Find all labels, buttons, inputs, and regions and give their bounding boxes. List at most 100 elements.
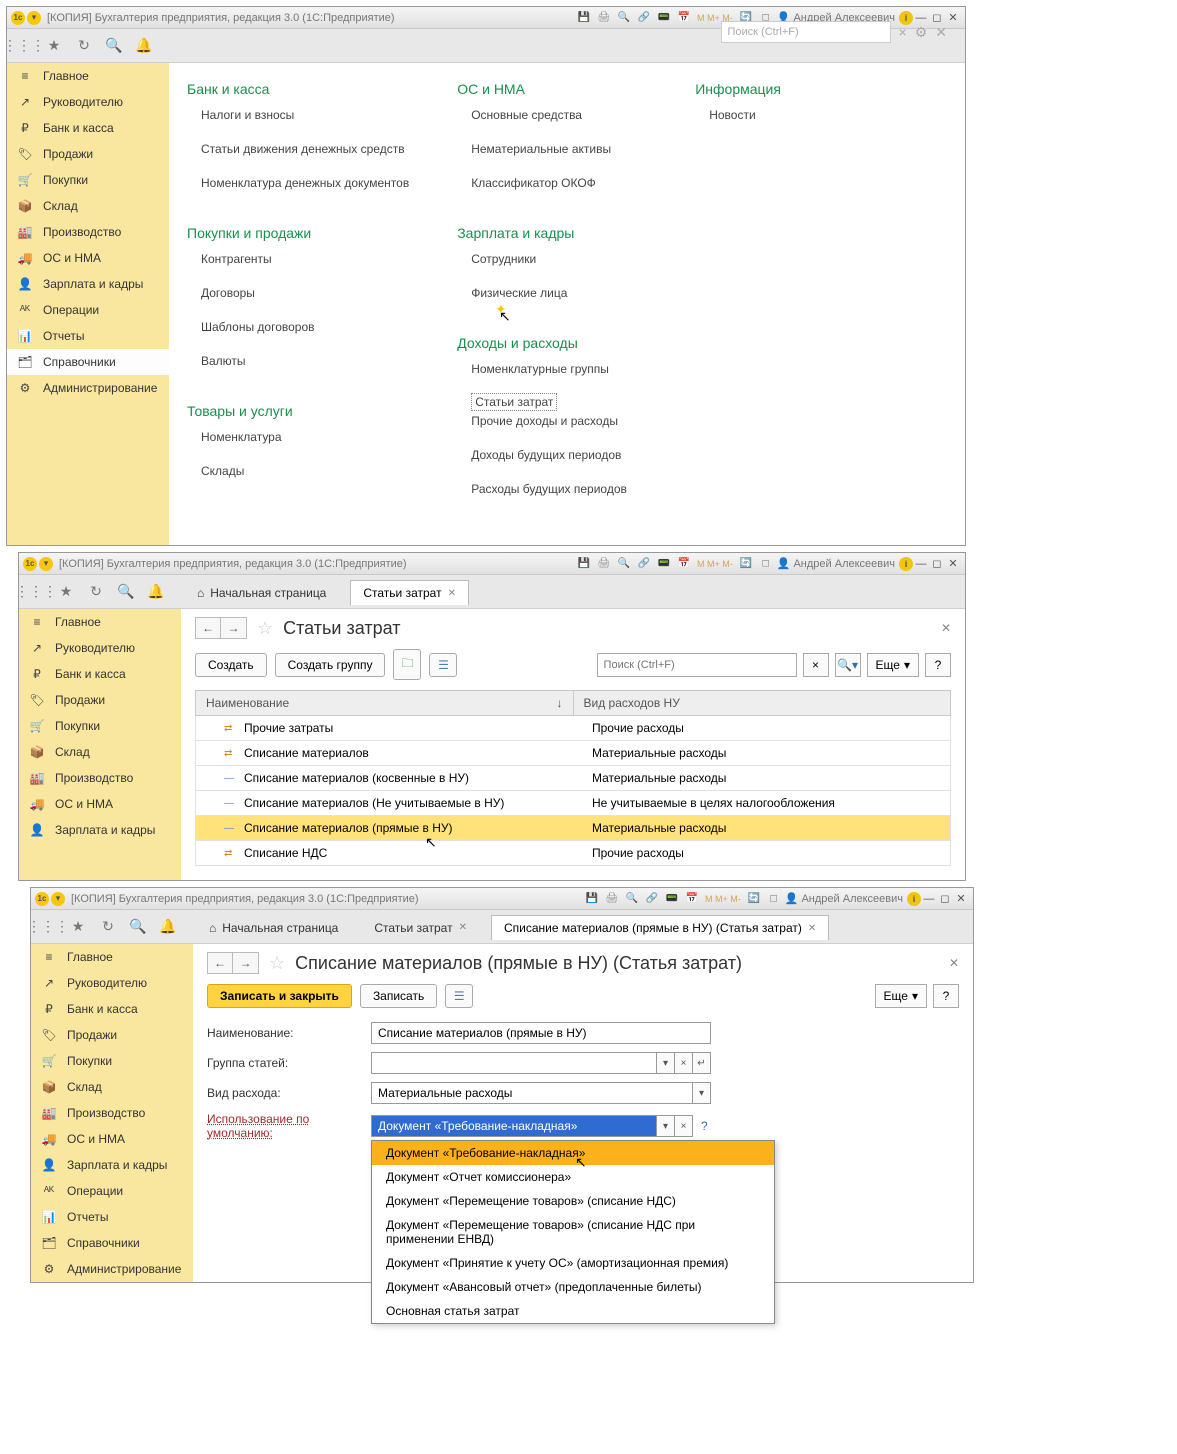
sidebar-item[interactable]: 👤Зарплата и кадры <box>7 271 169 297</box>
nav-link[interactable]: Физические лица <box>471 283 647 303</box>
tab-active[interactable]: Статьи затрат✕ <box>350 580 469 605</box>
table-row[interactable]: ⇄Прочие затратыПрочие расходы <box>195 716 951 741</box>
nav-link[interactable]: Новости <box>709 105 885 125</box>
clear-field-icon[interactable]: × <box>675 1052 693 1074</box>
fwd-button[interactable]: → <box>221 617 247 639</box>
sidebar-item[interactable]: 🗂Справочники <box>31 1230 193 1256</box>
window-icon[interactable]: ◻ <box>767 892 781 906</box>
sidebar-item[interactable]: ↗Руководителю <box>7 89 169 115</box>
col-kind[interactable]: Вид расходов НУ <box>584 696 680 710</box>
content-close-icon[interactable]: ✕ <box>941 621 951 635</box>
sidebar-item[interactable]: ≡Главное <box>19 609 181 635</box>
sidebar-item[interactable]: 📊Отчеты <box>7 323 169 349</box>
print-icon[interactable]: 🖨 <box>597 557 611 571</box>
sidebar-item[interactable]: 🚚ОС и НМА <box>7 245 169 271</box>
nav-link[interactable]: Доходы будущих периодов <box>471 445 647 465</box>
preview-icon[interactable]: 🔍 <box>617 11 631 25</box>
input-name[interactable] <box>371 1022 711 1044</box>
preview-icon[interactable]: 🔍 <box>617 557 631 571</box>
help-button[interactable]: ? <box>925 653 951 677</box>
content-close-icon[interactable]: ✕ <box>949 956 959 970</box>
input-group[interactable] <box>371 1052 657 1074</box>
help-button[interactable]: ? <box>933 984 959 1008</box>
close-icon[interactable]: ✕ <box>945 557 961 571</box>
section-header[interactable]: Банк и касса <box>187 81 409 97</box>
sidebar-item[interactable]: ⚙Администрирование <box>31 1256 193 1282</box>
nav-link[interactable]: Статьи движения денежных средств <box>201 139 409 159</box>
sidebar-item[interactable]: 📦Склад <box>19 739 181 765</box>
sidebar-item[interactable]: 🏭Производство <box>7 219 169 245</box>
dropdown-option[interactable]: Основная статья затрат <box>372 1299 774 1323</box>
star-icon[interactable]: ☆ <box>269 953 285 974</box>
favorite-icon[interactable]: ★ <box>69 918 87 936</box>
info-icon[interactable]: i <box>899 557 913 571</box>
nav-link[interactable]: Статьи затрат <box>471 393 557 411</box>
nav-link[interactable]: Прочие доходы и расходы <box>471 411 647 431</box>
refresh-icon[interactable]: 🔄 <box>747 892 761 906</box>
list-button[interactable]: ☰ <box>429 653 457 677</box>
back-button[interactable]: ← <box>207 952 233 974</box>
back-button[interactable]: ← <box>195 617 221 639</box>
table-row[interactable]: —Списание материалов (косвенные в НУ)Мат… <box>195 766 951 791</box>
user-label[interactable]: 👤 Андрей Алексеевич <box>781 892 907 905</box>
sidebar-item[interactable]: 🏷Продажи <box>31 1022 193 1048</box>
nav-link[interactable]: Классификатор ОКОФ <box>471 173 647 193</box>
sidebar-item[interactable]: ₽Банк и касса <box>19 661 181 687</box>
chevron-down-icon[interactable]: ▾ <box>657 1052 675 1074</box>
create-button[interactable]: Создать <box>195 653 267 677</box>
nav-link[interactable]: Номенклатура денежных документов <box>201 173 409 193</box>
sidebar-item[interactable]: ₽Банк и касса <box>7 115 169 141</box>
tab-home[interactable]: ⌂Начальная страница <box>185 581 338 605</box>
link-icon[interactable]: 🔗 <box>645 892 659 906</box>
sidebar-item[interactable]: 🚚ОС и НМА <box>19 791 181 817</box>
sidebar-item[interactable]: 📊Отчеты <box>31 1204 193 1230</box>
sidebar-item[interactable]: 🚚ОС и НМА <box>31 1126 193 1152</box>
nav-link[interactable]: Номенклатура <box>201 427 409 447</box>
dropdown-option[interactable]: Документ «Авансовый отчет» (предоплаченн… <box>372 1275 774 1299</box>
save-icon[interactable]: 💾 <box>577 557 591 571</box>
list-button[interactable]: ☰ <box>445 984 473 1008</box>
nav-link[interactable]: Склады <box>201 461 409 481</box>
dropdown-option[interactable]: Документ «Требование-накладная» <box>372 1141 774 1165</box>
dropdown-icon[interactable]: ▾ <box>39 557 53 571</box>
more-button[interactable]: Еще ▾ <box>867 653 919 677</box>
nav-link[interactable]: Шаблоны договоров <box>201 317 409 337</box>
chevron-down-icon[interactable]: ▾ <box>693 1082 711 1104</box>
sidebar-item[interactable]: 🗂Справочники <box>7 349 169 375</box>
apps-icon[interactable]: ⋮⋮⋮ <box>39 918 57 936</box>
nav-link[interactable]: Основные средства <box>471 105 647 125</box>
refresh-icon[interactable]: 🔄 <box>739 557 753 571</box>
sidebar-item[interactable]: ᴬᴷОперации <box>7 297 169 323</box>
tab-home[interactable]: ⌂Начальная страница <box>197 916 350 940</box>
tab-list[interactable]: Статьи затрат✕ <box>362 916 479 940</box>
sidebar-item[interactable]: 🏭Производство <box>19 765 181 791</box>
search-toolbar-icon[interactable]: 🔍 <box>129 918 147 936</box>
chevron-down-icon[interactable]: ▾ <box>657 1115 675 1137</box>
apps-icon[interactable]: ⋮⋮⋮ <box>15 37 33 55</box>
create-group-button[interactable]: Создать группу <box>275 653 386 677</box>
maximize-icon[interactable]: ◻ <box>937 892 953 906</box>
save-icon[interactable]: 💾 <box>585 892 599 906</box>
history-icon[interactable]: ↻ <box>75 37 93 55</box>
calendar-icon[interactable]: 📅 <box>677 557 691 571</box>
bell-icon[interactable]: 🔔 <box>135 37 153 55</box>
nav-link[interactable]: Валюты <box>201 351 409 371</box>
titlebar[interactable]: 1c ▾ [КОПИЯ] Бухгалтерия предприятия, ре… <box>19 553 965 575</box>
default-dropdown[interactable]: Документ «Требование-накладная» Документ … <box>371 1140 775 1324</box>
section-header[interactable]: Информация <box>695 81 885 97</box>
gear-icon[interactable]: ⚙ <box>915 24 928 41</box>
nav-link[interactable]: Контрагенты <box>201 249 409 269</box>
section-header[interactable]: Зарплата и кадры <box>457 225 647 241</box>
sidebar-item[interactable]: 🏭Производство <box>31 1100 193 1126</box>
save-close-button[interactable]: Записать и закрыть <box>207 984 352 1008</box>
sidebar-item[interactable]: 🛒Покупки <box>7 167 169 193</box>
folder-button[interactable]: 🗀 <box>393 649 421 680</box>
maximize-icon[interactable]: ◻ <box>929 557 945 571</box>
user-label[interactable]: 👤 Андрей Алексеевич <box>773 557 899 570</box>
star-icon[interactable]: ☆ <box>257 618 273 639</box>
favorite-icon[interactable]: ★ <box>57 583 75 601</box>
open-ref-icon[interactable]: ↵ <box>693 1052 711 1074</box>
favorite-icon[interactable]: ★ <box>45 37 63 55</box>
tab-close-icon[interactable]: ✕ <box>459 922 467 933</box>
preview-icon[interactable]: 🔍 <box>625 892 639 906</box>
